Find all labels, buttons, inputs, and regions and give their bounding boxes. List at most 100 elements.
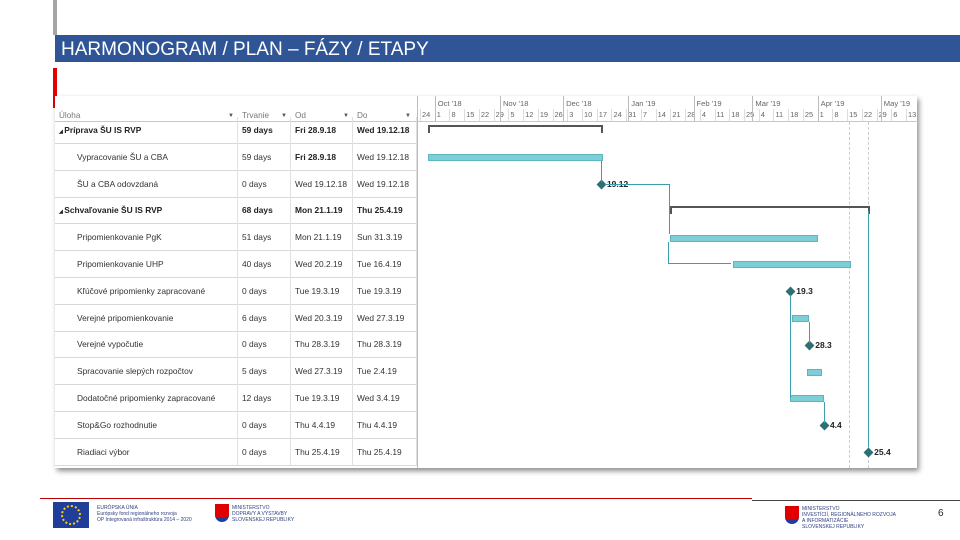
month-divider [693,96,695,122]
sk-coat-of-arms-icon-2 [785,506,799,524]
week-tick-label: 25 [804,110,814,119]
table-row[interactable]: Pripomienkovanie UHP 40 days Wed 20.2.19 Tu… [55,251,417,278]
month-label: Oct '18 [437,99,462,108]
cell-start: Mon 21.1.19 [291,224,353,252]
eu-flag-logo [53,502,89,528]
cell-name: Vypracovanie ŠU a CBA [55,143,238,171]
milestone-label: 19.3 [796,286,813,297]
table-row[interactable]: ŠU a CBA odovzdaná 0 days Wed 19.12.18 Wed … [55,170,417,198]
week-tick-label: 21 [672,110,681,119]
table-row[interactable]: Stop&Go rozhodnutie 0 days Thu 4.4.19 Thu 4… [55,411,417,439]
dependency-link [868,210,870,447]
week-gridline [832,109,834,121]
task-bar[interactable] [807,368,822,376]
week-gridline [611,109,613,121]
cell-start: Fri 28.9.18 [291,143,353,171]
milestone-label: 4.4 [829,420,842,431]
task-bar[interactable] [792,315,810,322]
gantt-screenshot: Úloha ▼ Trvanie ▼ Od ▼ Do ▼ ◢ Príprava ŠU IS… [55,96,918,468]
month-divider [499,96,501,122]
cell-end: Wed 3.4.19 [353,385,417,412]
month-label: Jan '19 [631,99,656,108]
task-bar[interactable] [790,395,824,403]
cell-start: Wed 27.3.19 [291,358,353,386]
table-row[interactable]: Dodatočné pripomienky zapracované 12 days… [55,385,417,412]
cell-end: Tue 2.4.19 [353,358,417,386]
cell-name: ŠU a CBA odovzdaná [55,170,238,198]
cell-start: Thu 28.3.19 [291,331,353,359]
week-tick-label: 17 [598,110,607,119]
week-tick-label: 11 [775,110,784,119]
month-label: Apr '19 [820,99,845,108]
cell-name: Verejné vypočutie [55,331,238,359]
cell-name: Kľúčové pripomienky zapracované [55,277,238,305]
month-label: Dec '18 [566,99,592,108]
sk-coat-of-arms-icon [215,504,229,522]
cell-duration: 5 days [238,358,291,386]
month-label: Nov '18 [502,99,529,108]
week-gridline [493,109,495,121]
week-tick-label: 4 [701,110,706,119]
cell-start: Mon 21.1.19 [291,197,353,225]
week-tick-label: 11 [716,110,725,119]
week-gridline [906,109,908,121]
week-gridline [847,109,849,121]
week-tick-label: 13 [908,110,917,119]
week-gridline [640,109,642,121]
summary-bar[interactable] [670,205,871,214]
cell-duration: 12 days [238,385,291,412]
table-row[interactable]: ◢ Schvaľovanie ŠU IS RVP 68 days Mon 21.1.… [55,197,417,225]
milestone-label: 28.3 [815,339,832,350]
slide-title: HARMONOGRAM / PLAN – FÁZY / ETAPY [55,35,960,62]
cell-name: Dodatočné pripomienky zapracované [55,385,238,412]
week-gridline [596,109,598,121]
ministry-transport-logo: MINISTERSTVO DOPRAVY A VÝSTAVBY SLOVENSKEJ… [232,505,295,523]
week-gridline [464,109,466,121]
cell-start: Tue 19.3.19 [291,277,353,305]
dependency-link [600,161,602,182]
cell-duration: 0 days [238,411,291,439]
week-gridline [655,109,657,121]
cell-duration: 0 days [238,170,291,198]
table-row[interactable]: Spracovanie slepých rozpočtov 5 days Wed 2… [55,358,417,386]
task-bar[interactable] [733,261,852,269]
month-divider [563,96,565,122]
summary-bar[interactable] [428,125,604,134]
week-gridline [582,109,583,121]
table-row[interactable]: Riadiaci výbor 0 days Thu 25.4.19 Thu 25.4.… [55,438,417,466]
cell-name: Riadiaci výbor [55,438,238,466]
week-tick-label: 14 [657,110,666,119]
week-gridline [449,109,451,121]
table-row[interactable]: Vypracovanie ŠU a CBA 59 days Fri 28.9.18 W… [55,143,417,171]
week-tick-label: 15 [849,110,858,119]
task-bar[interactable] [428,154,604,162]
milestone-diamond[interactable] [863,447,874,458]
table-row[interactable]: ◢ Príprava ŠU IS RVP 59 days Fri 28.9.18 We… [55,117,417,144]
week-gridline [537,109,539,121]
week-gridline [788,109,790,121]
table-row[interactable]: Pripomienkovanie PgK 51 days Mon 21.1.19 Su… [55,224,417,252]
week-tick-label: 1 [436,110,441,119]
dependency-link [668,241,732,265]
week-gridline [758,109,760,121]
cell-duration: 51 days [238,224,291,252]
cell-end: Wed 19.12.18 [353,117,417,144]
table-row[interactable]: Kľúčové pripomienky zapracované 0 days Tue… [55,277,417,305]
week-tick-label: 5 [510,110,515,119]
table-row[interactable]: Verejné vypočutie 0 days Thu 28.3.19 Thu 28… [55,331,417,359]
week-tick-label: 3 [569,110,574,119]
week-tick-label: 6 [893,110,898,119]
month-divider [817,96,819,122]
week-gridline [802,109,804,121]
week-gridline [508,109,510,121]
cell-start: Wed 19.12.18 [291,170,353,198]
dependency-link [809,322,811,343]
cell-duration: 0 days [238,277,291,305]
cell-start: Tue 19.3.19 [291,385,353,412]
month-label: Mar '19 [755,99,781,108]
table-row[interactable]: Verejné pripomienkovanie 6 days Wed 20.3.1… [55,304,417,332]
status-date-line [849,122,851,468]
cell-duration: 59 days [238,117,291,144]
week-gridline [714,109,716,121]
task-bar[interactable] [670,234,818,242]
